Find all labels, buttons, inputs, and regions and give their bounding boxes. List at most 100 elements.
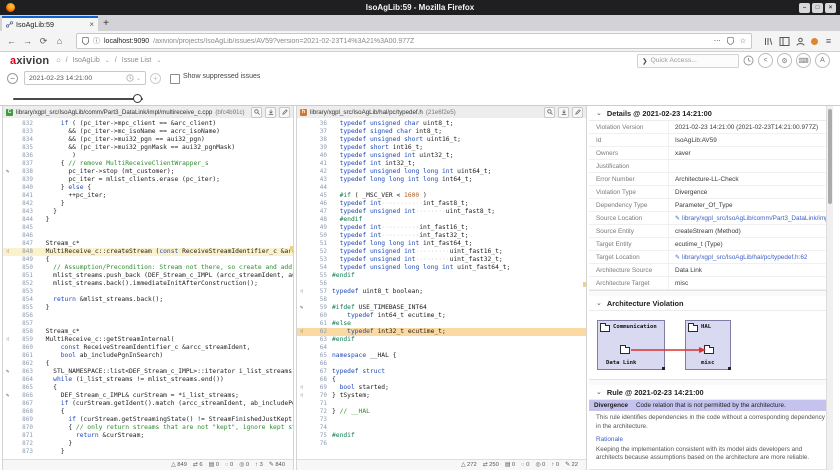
code-line-42[interactable]: 42 typedef unsigned long long int uint64… [297, 168, 586, 176]
code-line-61[interactable]: 61#else [297, 320, 586, 328]
issue-marker-icon[interactable]: ☝ [3, 248, 12, 256]
code-line-861[interactable]: 861 bool ab_includePgnInSearch) [3, 352, 293, 360]
code-line-843[interactable]: 843 } [3, 208, 293, 216]
code-line-857[interactable]: 857 [3, 320, 293, 328]
user-button[interactable]: A [815, 53, 830, 68]
code-line-74[interactable]: 74 [297, 424, 586, 432]
keyboard-button[interactable]: ⌨ [796, 53, 811, 68]
code-line-70[interactable]: ☝70} tSystem; [297, 392, 586, 400]
code-line-869[interactable]: 869 if (curStream.getStreamingState() !=… [3, 416, 293, 424]
download-file-button[interactable] [558, 107, 569, 118]
code-line-867[interactable]: 867 if (curStream.getIdent().match (arcc… [3, 400, 293, 408]
code-line-842[interactable]: 842 } [3, 200, 293, 208]
code-line-49[interactable]: 49 typedef int··········int_fast16_t; [297, 224, 586, 232]
code-line-849[interactable]: 849 { [3, 256, 293, 264]
account-icon[interactable] [795, 37, 806, 46]
code-line-39[interactable]: 39 typedef short int16_t; [297, 144, 586, 152]
code-line-52[interactable]: 52 typedef unsigned int·········uint_fas… [297, 248, 586, 256]
code-line-38[interactable]: 38 typedef unsigned short uint16_t; [297, 136, 586, 144]
code-line-866[interactable]: ✎866 DEF_Stream_c_IMPL& curStream = *i_l… [3, 392, 293, 400]
extension-icon[interactable] [811, 38, 818, 45]
code-line-855[interactable]: 855 } [3, 304, 293, 312]
code-line-859[interactable]: ☝859 MultiReceive_c::getStreamInternal( [3, 336, 293, 344]
rationale-link[interactable]: Rationale [589, 433, 833, 443]
pocket-icon[interactable] [727, 37, 734, 45]
code-line-45[interactable]: 45 #if ( _MSC_VER < 1600 ) [297, 192, 586, 200]
code-line-66[interactable]: 66 [297, 360, 586, 368]
code-line-58[interactable]: 58 [297, 296, 586, 304]
details-section-header[interactable]: ⌄ Details @ 2021-02-23 14:21:00 [589, 106, 833, 121]
code-line-846[interactable]: 846 [3, 232, 293, 240]
chevron-down-icon[interactable]: ⌄ [105, 57, 110, 64]
code-line-59[interactable]: ✎59#ifdef USE_TIMEBASE_INT64 [297, 304, 586, 312]
code-line-863[interactable]: ✎863 STL_NAMESPACE::list<DEF_Stream_c_IM… [3, 368, 293, 376]
history-clock-icon[interactable] [743, 55, 754, 66]
code-line-837[interactable]: 837 { // remove MultiReceiveClientWrappe… [3, 160, 293, 168]
code-line-847[interactable]: 847 Stream_c* [3, 240, 293, 248]
code-line-862[interactable]: 862 { [3, 360, 293, 368]
code-line-840[interactable]: 840 } else { [3, 184, 293, 192]
code-line-71[interactable]: 71 [297, 400, 586, 408]
issue-marker-icon[interactable]: ☝ [297, 392, 306, 400]
settings-button[interactable]: ⚙ [777, 53, 792, 68]
scrollbar-thumb[interactable] [828, 109, 832, 204]
url-bar[interactable]: ⓘ localhost:9090/axivion/projects/IsoAgL… [76, 33, 752, 49]
architecture-section-header[interactable]: ⌄ Architecture Violation [589, 296, 833, 311]
home-icon[interactable]: ⌂ [54, 36, 65, 46]
sidebar-toggle-icon[interactable] [779, 37, 790, 46]
file-path[interactable]: library/xgpl_src/IsoAgLib/hal/pc/typedef… [310, 109, 423, 116]
version-slider-handle[interactable] [133, 94, 142, 103]
page-scrollbar[interactable] [826, 106, 833, 470]
previous-version-button[interactable]: − [7, 73, 18, 84]
annotation-pencil-icon[interactable]: ✎ [3, 392, 12, 400]
axivion-logo[interactable]: axivion [10, 55, 49, 67]
chevron-down-icon[interactable]: ⌄ [156, 57, 161, 64]
code-line-40[interactable]: 40 typedef unsigned int uint32_t; [297, 152, 586, 160]
share-button[interactable]: < [758, 53, 773, 68]
annotation-pencil-icon[interactable]: ✎ [3, 368, 12, 376]
code-view[interactable]: 832 if ( (pc_iter->mpc_client == &arc_cl… [3, 118, 293, 460]
code-line-853[interactable]: 853 [3, 288, 293, 296]
details-value-link[interactable]: ✎library/xgpl_src/IsoAgLib/comm/Part3_Da… [669, 215, 833, 222]
next-version-button[interactable]: + [150, 73, 161, 84]
code-line-856[interactable]: 856 [3, 312, 293, 320]
issue-marker-icon[interactable]: ☝ [297, 384, 306, 392]
chevron-down-icon[interactable]: ⌄ [136, 75, 141, 82]
code-line-850[interactable]: 850 // Assumption/Precondition: Stream n… [3, 264, 293, 272]
version-datetime-input[interactable]: 2021-02-23 14:21:00 ⌄ [24, 71, 146, 85]
code-line-48[interactable]: 48 #endif [297, 216, 586, 224]
annotation-pencil-icon[interactable]: ✎ [297, 304, 306, 312]
code-line-53[interactable]: 53 typedef unsigned int·········uint_fas… [297, 256, 586, 264]
code-line-871[interactable]: 871 return &curStream; [3, 432, 293, 440]
code-line-37[interactable]: 37 typedef signed char int8_t; [297, 128, 586, 136]
issue-marker-icon[interactable]: ☝ [297, 328, 306, 336]
code-line-76[interactable]: 76 [297, 440, 586, 448]
reload-icon[interactable]: ⟳ [38, 36, 49, 47]
breadcrumb-view[interactable]: Issue List [122, 57, 152, 64]
code-line-858[interactable]: 858 Stream_c* [3, 328, 293, 336]
code-line-67[interactable]: 67typedef struct [297, 368, 586, 376]
code-line-44[interactable]: 44 [297, 184, 586, 192]
code-line-839[interactable]: 839 pc_iter = mlist_clients.erase (pc_it… [3, 176, 293, 184]
code-line-851[interactable]: 851 mlist_streams.push_back (DEF_Stream_… [3, 272, 293, 280]
code-line-63[interactable]: 63#endif [297, 336, 586, 344]
code-line-65[interactable]: 65namespace __HAL { [297, 352, 586, 360]
issue-marker-icon[interactable]: ☝ [3, 336, 12, 344]
minimize-button[interactable]: – [799, 3, 810, 13]
code-line-836[interactable]: 836 ) [3, 152, 293, 160]
annotate-file-button[interactable] [572, 107, 583, 118]
code-line-62[interactable]: ☝62 typedef int32_t ecutime_t; [297, 328, 586, 336]
architecture-diagram[interactable]: Communication Data Link HAL misc [597, 316, 737, 376]
download-file-button[interactable] [265, 107, 276, 118]
tracking-shield-icon[interactable] [82, 37, 89, 45]
site-info-icon[interactable]: ⓘ [93, 36, 100, 46]
code-line-55[interactable]: 55#endif [297, 272, 586, 280]
code-line-36[interactable]: 36 typedef unsigned char uint8_t; [297, 120, 586, 128]
page-actions-icon[interactable]: ⋯ [714, 37, 721, 45]
tab-close-icon[interactable]: × [89, 20, 94, 29]
code-line-841[interactable]: 841 ++pc_iter; [3, 192, 293, 200]
home-breadcrumb-icon[interactable]: ⌂ [56, 57, 60, 64]
show-suppressed-checkbox[interactable] [170, 74, 180, 84]
close-button[interactable]: × [825, 3, 836, 13]
code-line-69[interactable]: ☝69 bool started; [297, 384, 586, 392]
